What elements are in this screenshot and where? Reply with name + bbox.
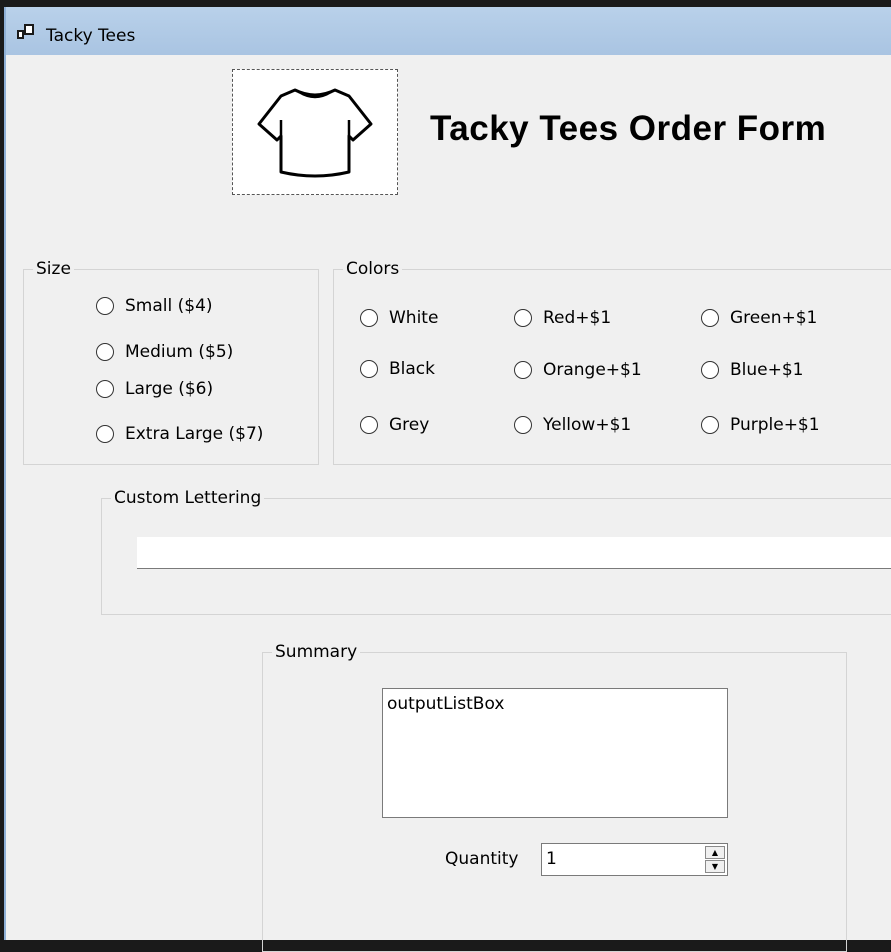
colors-group: Colors White Black Grey Red+$1 Orange+$1… bbox=[333, 259, 891, 465]
radio-button-circle[interactable] bbox=[96, 297, 114, 315]
custom-lettering-label: Custom Lettering bbox=[111, 488, 265, 508]
radio-label: Yellow+$1 bbox=[543, 415, 632, 435]
color-black-radio[interactable]: Black bbox=[360, 359, 435, 379]
custom-lettering-group: Custom Lettering bbox=[101, 488, 891, 615]
radio-label: Blue+$1 bbox=[730, 360, 804, 380]
caret-up-icon: ▲ bbox=[711, 848, 719, 857]
spin-up-button[interactable]: ▲ bbox=[705, 846, 725, 859]
quantity-stepper[interactable]: 1 ▲ ▼ bbox=[541, 843, 728, 876]
size-medium-radio[interactable]: Medium ($5) bbox=[96, 342, 233, 362]
color-grey-radio[interactable]: Grey bbox=[360, 415, 429, 435]
radio-label: Small ($4) bbox=[125, 296, 213, 316]
radio-button-circle[interactable] bbox=[514, 361, 532, 379]
color-blue-radio[interactable]: Blue+$1 bbox=[701, 360, 804, 380]
size-extra-large-radio[interactable]: Extra Large ($7) bbox=[96, 424, 263, 444]
radio-label: Large ($6) bbox=[125, 379, 214, 399]
radio-label: White bbox=[389, 308, 439, 328]
app-icon bbox=[17, 24, 34, 39]
quantity-label: Quantity bbox=[445, 849, 519, 869]
color-white-radio[interactable]: White bbox=[360, 308, 438, 328]
form-title: Tacky Tees Order Form bbox=[430, 109, 827, 148]
radio-button-circle[interactable] bbox=[96, 343, 114, 361]
color-green-radio[interactable]: Green+$1 bbox=[701, 308, 817, 328]
radio-button-circle[interactable] bbox=[360, 360, 378, 378]
radio-button-circle[interactable] bbox=[701, 416, 719, 434]
radio-label: Extra Large ($7) bbox=[125, 424, 264, 444]
radio-button-circle[interactable] bbox=[514, 309, 532, 327]
size-small-radio[interactable]: Small ($4) bbox=[96, 296, 213, 316]
radio-button-circle[interactable] bbox=[96, 380, 114, 398]
colors-group-label: Colors bbox=[343, 259, 403, 279]
quantity-value[interactable]: 1 bbox=[546, 849, 557, 869]
radio-label: Orange+$1 bbox=[543, 360, 642, 380]
caret-down-icon: ▼ bbox=[711, 862, 719, 871]
radio-label: Medium ($5) bbox=[125, 342, 234, 362]
size-large-radio[interactable]: Large ($6) bbox=[96, 379, 213, 399]
output-list-box[interactable]: outputListBox bbox=[382, 688, 728, 818]
radio-button-circle[interactable] bbox=[514, 416, 532, 434]
radio-label: Purple+$1 bbox=[730, 415, 820, 435]
radio-button-circle[interactable] bbox=[701, 361, 719, 379]
radio-label: Grey bbox=[389, 415, 430, 435]
summary-group: Summary outputListBox Quantity 1 ▲ ▼ bbox=[262, 642, 847, 952]
color-red-radio[interactable]: Red+$1 bbox=[514, 308, 611, 328]
t-shirt-picture bbox=[232, 69, 398, 195]
size-group-label: Size bbox=[33, 259, 74, 279]
title-bar: Tacky Tees bbox=[6, 7, 891, 55]
radio-label: Black bbox=[389, 359, 435, 379]
radio-label: Red+$1 bbox=[543, 308, 612, 328]
color-purple-radio[interactable]: Purple+$1 bbox=[701, 415, 820, 435]
radio-button-circle[interactable] bbox=[360, 416, 378, 434]
main-window: Tacky Tees Tacky Tees Order Form Size Sm… bbox=[4, 7, 891, 952]
summary-group-label: Summary bbox=[272, 642, 361, 662]
radio-label: Green+$1 bbox=[730, 308, 818, 328]
radio-button-circle[interactable] bbox=[96, 425, 114, 443]
radio-button-circle[interactable] bbox=[360, 309, 378, 327]
custom-lettering-input[interactable] bbox=[137, 537, 891, 569]
spin-down-button[interactable]: ▼ bbox=[705, 860, 725, 873]
color-orange-radio[interactable]: Orange+$1 bbox=[514, 360, 642, 380]
window-title: Tacky Tees bbox=[46, 26, 136, 46]
radio-button-circle[interactable] bbox=[701, 309, 719, 327]
color-yellow-radio[interactable]: Yellow+$1 bbox=[514, 415, 631, 435]
t-shirt-icon bbox=[257, 88, 373, 178]
size-group: Size Small ($4) Medium ($5) Large ($6) E… bbox=[23, 259, 319, 465]
list-item: outputListBox bbox=[387, 694, 505, 714]
